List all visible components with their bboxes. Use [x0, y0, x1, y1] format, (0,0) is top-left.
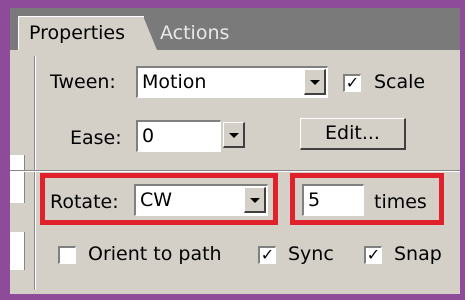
orient-to-path-label: Orient to path: [88, 243, 222, 265]
left-gutter: [10, 50, 34, 294]
sync-checkbox[interactable]: ✓: [258, 246, 276, 264]
rotate-highlight: [40, 173, 278, 225]
snap-label: Snap: [394, 243, 442, 265]
properties-panel: Properties Actions Tween: Motion ✓ Scale…: [10, 8, 460, 294]
ease-slider-icon[interactable]: [223, 122, 245, 148]
tween-value: Motion: [142, 71, 207, 93]
horizontal-divider: [10, 170, 460, 171]
tab-properties[interactable]: Properties: [18, 16, 158, 50]
tween-select[interactable]: Motion: [136, 66, 328, 98]
scale-label: Scale: [374, 71, 426, 93]
orient-to-path-checkbox[interactable]: [58, 246, 76, 264]
ease-value: 0: [142, 125, 155, 147]
sync-label: Sync: [288, 243, 334, 265]
times-highlight: [290, 173, 444, 225]
tab-bar: Properties Actions: [10, 8, 460, 50]
edit-button[interactable]: Edit...: [300, 118, 406, 150]
tab-actions[interactable]: Actions: [160, 18, 229, 48]
tween-dropdown-icon[interactable]: [304, 69, 326, 95]
snap-checkbox[interactable]: ✓: [364, 246, 382, 264]
tween-label: Tween:: [50, 71, 116, 93]
ease-input[interactable]: 0: [136, 120, 221, 152]
gutter-field-edge: [10, 232, 25, 270]
vertical-divider: [34, 56, 35, 290]
scale-checkbox[interactable]: ✓: [343, 74, 361, 92]
ease-label: Ease:: [70, 127, 122, 149]
gutter-field-edge: [10, 155, 25, 203]
